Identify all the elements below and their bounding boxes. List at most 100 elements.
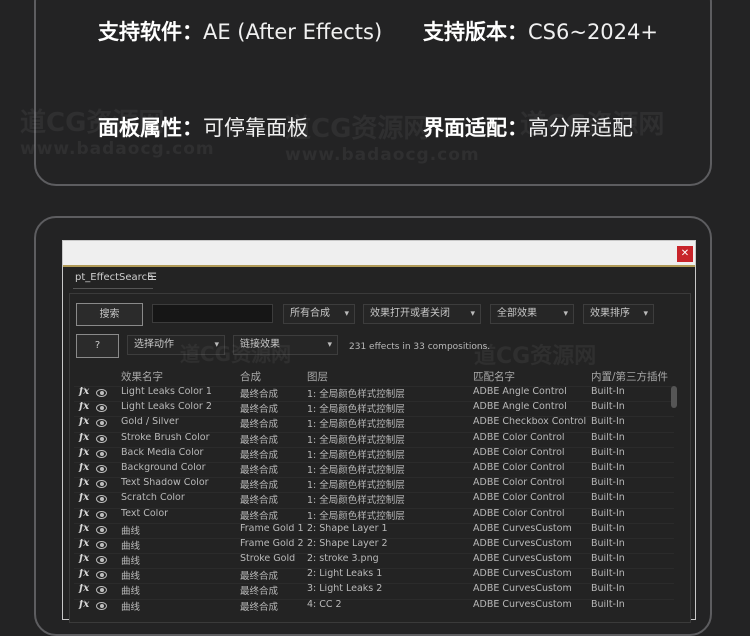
table-row[interactable]: fx Scratch Color 最终合成 1: 全局颜色样式控制层 ADBE Colo… [74,491,674,506]
column-header-layer[interactable]: 图层 [307,369,328,384]
cell-plugin-type: Built-In [591,522,625,534]
fx-icon[interactable]: fx [79,599,89,610]
cell-match-name: ADBE Checkbox Control [473,416,587,428]
fx-icon[interactable]: fx [79,416,89,427]
fx-icon[interactable]: fx [79,553,89,564]
panel-tab-title[interactable]: pt_EffectSearch [75,272,153,283]
cell-layer: 2: Shape Layer 1 [307,522,388,534]
cell-match-name: ADBE Color Control [473,507,565,519]
help-button[interactable]: ? [76,334,119,358]
eye-icon[interactable] [96,464,107,473]
table-row[interactable]: fx 曲线 Frame Gold 2 2: Shape Layer 2 ADBE Cur… [74,537,674,552]
cell-composition: 最终合成 [240,434,279,446]
table-row[interactable]: fx 曲线 Frame Gold 1 2: Shape Layer 1 ADBE Cur… [74,522,674,537]
fx-icon[interactable]: fx [79,508,89,519]
scrollbar[interactable] [671,386,677,408]
table-row[interactable]: fx Gold / Silver 最终合成 1: 全局颜色样式控制层 ADBE Chec… [74,415,674,430]
eye-icon[interactable] [96,525,107,534]
column-header-effect-name[interactable]: 效果名字 [121,369,163,384]
row-divider [74,461,674,463]
table-row[interactable]: fx Stroke Brush Color 最终合成 1: 全局颜色样式控制层 ADBE… [74,431,674,446]
fx-icon[interactable]: fx [79,432,89,443]
action-value: 选择动作 [134,339,174,350]
eye-icon[interactable] [96,495,107,504]
row-divider [74,477,674,479]
cell-match-name: ADBE CurvesCustom [473,568,572,580]
chevron-down-icon: ▾ [563,309,568,319]
action-dropdown[interactable]: 选择动作 ▾ [127,335,225,355]
fx-icon[interactable]: fx [79,568,89,579]
cell-effect-name: 曲线 [121,556,141,568]
cell-composition: 最终合成 [240,419,279,431]
fx-icon[interactable]: fx [79,477,89,488]
fx-icon[interactable]: fx [79,538,89,549]
table-row[interactable]: fx Text Shadow Color 最终合成 1: 全局颜色样式控制层 ADBE … [74,476,674,491]
eye-icon[interactable] [96,419,107,428]
column-header-composition[interactable]: 合成 [240,369,261,384]
cell-composition: 最终合成 [240,495,279,507]
table-row[interactable]: fx 曲线 最终合成 4: CC 2 ADBE CurvesCustom Built-In [74,598,674,613]
table-row[interactable]: fx Back Media Color 最终合成 1: 全局颜色样式控制层 ADBE C… [74,446,674,461]
fx-icon[interactable]: fx [79,492,89,503]
eye-icon[interactable] [96,510,107,519]
chevron-down-icon: ▾ [214,340,219,350]
cell-match-name: ADBE CurvesCustom [473,537,572,549]
cell-effect-name: Text Shadow Color [121,477,209,489]
table-row[interactable]: fx Text Color 最终合成 1: 全局颜色样式控制层 ADBE Color C… [74,507,674,522]
spec-screen-value: 高分屏适配 [528,116,633,140]
fx-icon[interactable]: fx [79,447,89,458]
eye-icon[interactable] [96,434,107,443]
search-button[interactable]: 搜索 [76,303,143,326]
fx-icon[interactable]: fx [79,386,89,397]
window-titlebar[interactable] [63,241,695,265]
eye-icon[interactable] [96,389,107,397]
sort-dropdown[interactable]: 效果排序 ▾ [583,304,654,324]
spec-panel: 面板属性：可停靠面板 [98,112,308,142]
cell-effect-name: Text Color [121,507,169,519]
cell-plugin-type: Built-In [591,401,625,413]
column-header-plugin-type[interactable]: 内置/第三方插件 [591,369,668,384]
eye-icon[interactable] [96,601,107,610]
row-divider [74,507,674,509]
hamburger-icon[interactable]: ☰ [148,272,157,283]
eye-icon[interactable] [96,480,107,489]
fx-icon[interactable]: fx [79,401,89,412]
fx-icon[interactable]: fx [79,523,89,534]
column-header-match-name[interactable]: 匹配名字 [473,369,515,384]
cell-layer: 1: 全局颜色样式控制层 [307,510,405,522]
eye-icon[interactable] [96,449,107,458]
link-dropdown[interactable]: 链接效果 ▾ [233,335,338,355]
cell-effect-name: Light Leaks Color 2 [121,401,212,413]
effects-table: fx Light Leaks Color 1 最终合成 1: 全局颜色样式控制层 ADB… [74,385,674,613]
table-row[interactable]: fx Light Leaks Color 2 最终合成 1: 全局颜色样式控制层 ADB… [74,400,674,415]
fx-icon[interactable]: fx [79,583,89,594]
table-row[interactable]: fx 曲线 最终合成 3: Light Leaks 2 ADBE CurvesCusto… [74,582,674,597]
row-divider [74,386,674,387]
toggle-effects-value: 效果打开或者关闭 [370,308,450,319]
eye-icon[interactable] [96,404,107,413]
spec-version-label: 支持版本： [423,20,528,44]
table-row[interactable]: fx 曲线 Stroke Gold 2: stroke 3.png ADBE Curve… [74,552,674,567]
row-divider [74,553,674,555]
eye-icon[interactable] [96,540,107,549]
cell-effect-name: 曲线 [121,525,141,537]
cell-match-name: ADBE Color Control [473,446,565,458]
fx-icon[interactable]: fx [79,462,89,473]
effect-filter-dropdown[interactable]: 全部效果 ▾ [490,304,574,324]
table-row[interactable]: fx Light Leaks Color 1 最终合成 1: 全局颜色样式控制层 ADB… [74,385,674,400]
cell-layer: 1: 全局颜色样式控制层 [307,464,405,476]
search-input[interactable] [152,304,273,323]
eye-icon[interactable] [96,571,107,580]
eye-icon[interactable] [96,586,107,595]
cell-layer: 1: 全局颜色样式控制层 [307,434,405,446]
table-row[interactable]: fx Background Color 最终合成 1: 全局颜色样式控制层 ADBE C… [74,461,674,476]
cell-plugin-type: Built-In [591,568,625,580]
cell-composition: Frame Gold 2 [240,537,304,549]
eye-icon[interactable] [96,556,107,565]
table-row[interactable]: fx 曲线 最终合成 2: Light Leaks 1 ADBE CurvesCusto… [74,567,674,582]
comp-scope-dropdown[interactable]: 所有合成 ▾ [283,304,355,324]
close-icon[interactable]: ✕ [677,246,693,262]
cell-layer: 1: 全局颜色样式控制层 [307,480,405,492]
row-divider [74,416,674,418]
toggle-effects-dropdown[interactable]: 效果打开或者关闭 ▾ [363,304,481,324]
